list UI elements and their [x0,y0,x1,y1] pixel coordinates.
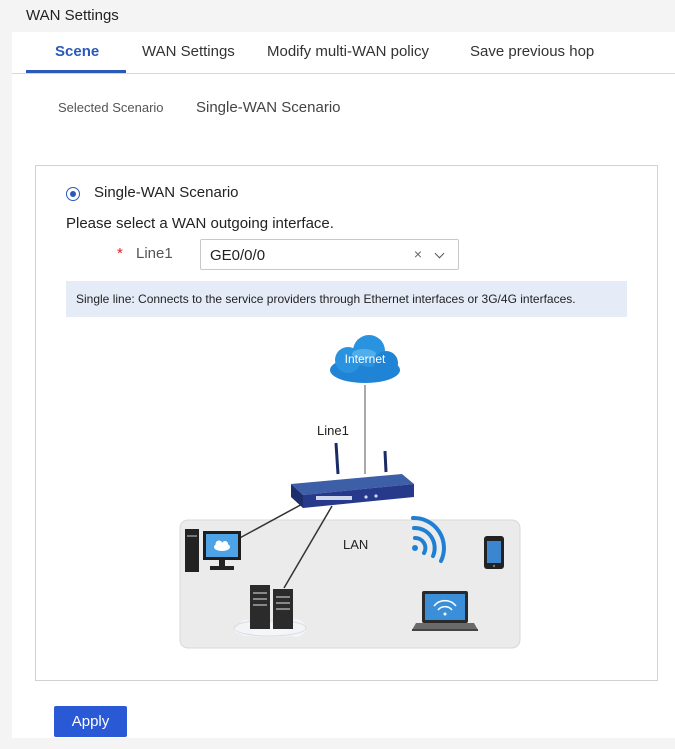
line1-select-value: GE0/0/0 [210,247,266,264]
single-wan-radio-label[interactable]: Single-WAN Scenario [94,184,239,201]
page-title: WAN Settings [26,7,119,24]
info-text: Single line: Connects to the service pro… [76,292,576,306]
tab-bar: Scene WAN Settings Modify multi-WAN poli… [12,32,675,74]
selected-scenario-value: Single-WAN Scenario [196,99,341,116]
title-bar: WAN Settings [0,0,675,32]
main-content: Scene WAN Settings Modify multi-WAN poli… [12,32,675,738]
selected-scenario-label: Selected Scenario [58,100,164,115]
clear-icon[interactable]: × [414,246,422,262]
apply-button[interactable]: Apply [54,706,127,737]
info-box: Single line: Connects to the service pro… [66,281,627,317]
tab-modify-multi-wan-policy[interactable]: Modify multi-WAN policy [267,43,429,60]
chevron-down-icon[interactable] [434,248,445,259]
router-icon [291,442,414,508]
lan-label: LAN [343,537,368,552]
single-wan-radio[interactable] [66,187,80,201]
line1-select[interactable]: GE0/0/0 × [200,239,459,270]
scenario-panel: Single-WAN Scenario Please select a WAN … [35,165,658,681]
required-mark: * [117,245,123,262]
link-label: Line1 [317,423,349,438]
cloud-label: Internet [345,352,386,366]
tab-scene[interactable]: Scene [55,43,99,60]
phone-icon [484,536,504,569]
tab-wan-settings[interactable]: WAN Settings [142,43,235,60]
active-tab-indicator [26,70,126,73]
wan-interface-prompt: Please select a WAN outgoing interface. [66,215,334,232]
network-diagram: Internet Line1 LAN [179,335,521,649]
line1-label: Line1 [136,245,173,262]
tab-save-previous-hop[interactable]: Save previous hop [470,43,594,60]
